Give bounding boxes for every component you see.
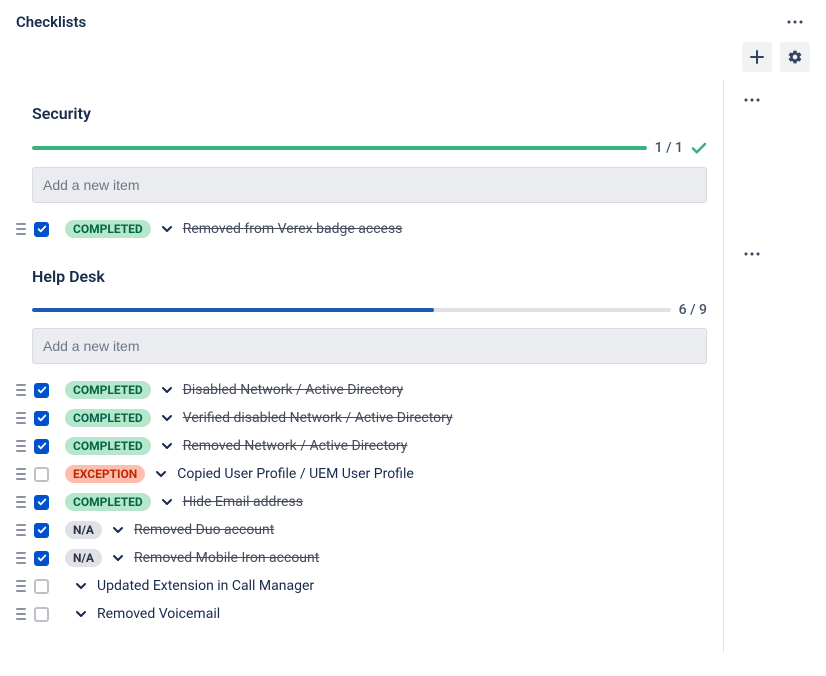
- checklist-item: COMPLETED Removed Network / Active Direct…: [16, 432, 707, 460]
- plus-icon: [750, 50, 764, 64]
- progress-text: 1 / 1: [655, 140, 683, 156]
- chevron-down-icon[interactable]: [75, 580, 87, 592]
- status-pill-completed[interactable]: COMPLETED: [65, 381, 151, 399]
- checklist-item: COMPLETED Removed from Verex badge access: [16, 215, 707, 243]
- status-pill-completed[interactable]: COMPLETED: [65, 493, 151, 511]
- more-icon: [787, 20, 803, 24]
- drag-handle-icon[interactable]: [16, 384, 26, 396]
- drag-handle-icon[interactable]: [16, 552, 26, 564]
- checklist-item: N/A Removed Mobile Iron account: [16, 544, 707, 572]
- drag-handle-icon[interactable]: [16, 468, 26, 480]
- progress-complete-icon: [691, 139, 707, 157]
- item-text[interactable]: Verified disabled Network / Active Direc…: [183, 410, 453, 426]
- item-text[interactable]: Removed Network / Active Directory: [183, 438, 408, 454]
- chevron-down-icon[interactable]: [161, 384, 173, 396]
- status-pill-na[interactable]: N/A: [65, 549, 102, 567]
- settings-button[interactable]: [780, 42, 810, 72]
- checklist-item: COMPLETED Verified disabled Network / Act…: [16, 404, 707, 432]
- group-title: Security: [32, 104, 707, 123]
- chevron-down-icon[interactable]: [155, 468, 167, 480]
- item-checkbox[interactable]: [34, 495, 49, 510]
- add-checklist-button[interactable]: [742, 42, 772, 72]
- item-checkbox[interactable]: [34, 579, 49, 594]
- group-more-button[interactable]: [740, 242, 764, 266]
- progress-bar: [32, 146, 647, 150]
- chevron-down-icon[interactable]: [161, 412, 173, 424]
- progress-text: 6 / 9: [679, 302, 707, 318]
- item-checkbox[interactable]: [34, 551, 49, 566]
- checklist-item: COMPLETED Hide Email address: [16, 488, 707, 516]
- chevron-down-icon[interactable]: [112, 552, 124, 564]
- panel-more-button[interactable]: [780, 7, 810, 37]
- status-pill-completed[interactable]: COMPLETED: [65, 220, 151, 238]
- item-checkbox[interactable]: [34, 411, 49, 426]
- item-text[interactable]: Updated Extension in Call Manager: [97, 578, 314, 594]
- checklist-item: Removed Voicemail: [16, 600, 707, 628]
- item-checkbox[interactable]: [34, 383, 49, 398]
- status-pill-completed[interactable]: COMPLETED: [65, 437, 151, 455]
- drag-handle-icon[interactable]: [16, 412, 26, 424]
- item-text[interactable]: Removed Voicemail: [97, 606, 220, 622]
- item-text[interactable]: Copied User Profile / UEM User Profile: [177, 466, 414, 482]
- status-pill-completed[interactable]: COMPLETED: [65, 409, 151, 427]
- item-text[interactable]: Removed from Verex badge access: [183, 221, 403, 237]
- status-pill-na[interactable]: N/A: [65, 521, 102, 539]
- drag-handle-icon[interactable]: [16, 608, 26, 620]
- group-title: Help Desk: [32, 267, 707, 286]
- chevron-down-icon[interactable]: [112, 524, 124, 536]
- item-text[interactable]: Disabled Network / Active Directory: [183, 382, 403, 398]
- drag-handle-icon[interactable]: [16, 524, 26, 536]
- item-text[interactable]: Removed Duo account: [134, 522, 274, 538]
- status-pill-exception[interactable]: EXCEPTION: [65, 465, 145, 483]
- chevron-down-icon[interactable]: [161, 223, 173, 235]
- progress-bar: [32, 308, 671, 312]
- item-checkbox[interactable]: [34, 439, 49, 454]
- item-checkbox[interactable]: [34, 523, 49, 538]
- checklist-item: Updated Extension in Call Manager: [16, 572, 707, 600]
- gear-icon: [787, 49, 803, 65]
- item-text[interactable]: Hide Email address: [183, 494, 303, 510]
- item-checkbox[interactable]: [34, 467, 49, 482]
- item-checkbox[interactable]: [34, 607, 49, 622]
- chevron-down-icon[interactable]: [161, 440, 173, 452]
- checklist-item: N/A Removed Duo account: [16, 516, 707, 544]
- item-checkbox[interactable]: [34, 222, 49, 237]
- add-item-input[interactable]: [32, 328, 707, 364]
- checklist-item: EXCEPTION Copied User Profile / UEM User …: [16, 460, 707, 488]
- item-text[interactable]: Removed Mobile Iron account: [134, 550, 319, 566]
- chevron-down-icon[interactable]: [161, 496, 173, 508]
- drag-handle-icon[interactable]: [16, 440, 26, 452]
- drag-handle-icon[interactable]: [16, 496, 26, 508]
- group-more-button[interactable]: [740, 88, 764, 112]
- chevron-down-icon[interactable]: [75, 608, 87, 620]
- add-item-input[interactable]: [32, 167, 707, 203]
- checklist-item: COMPLETED Disabled Network / Active Direc…: [16, 376, 707, 404]
- drag-handle-icon[interactable]: [16, 223, 26, 235]
- panel-title: Checklists: [16, 13, 86, 31]
- drag-handle-icon[interactable]: [16, 580, 26, 592]
